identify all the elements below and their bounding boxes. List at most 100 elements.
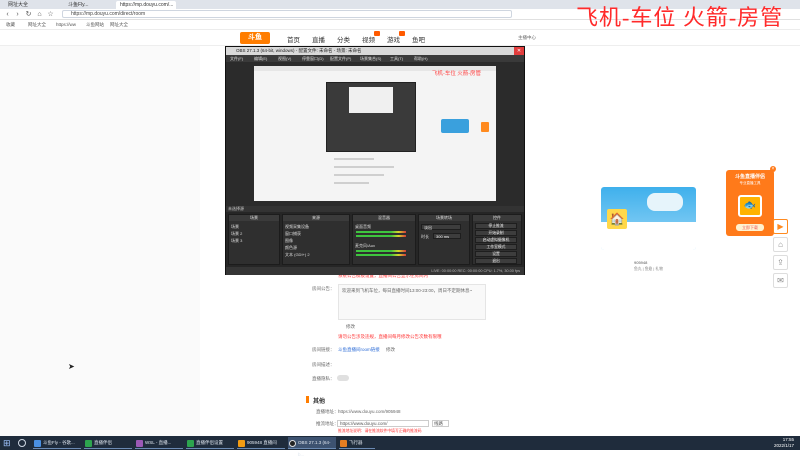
scene-item[interactable]: 场景 <box>231 224 239 230</box>
app-icon <box>340 440 347 447</box>
source-item[interactable]: 颜色源 <box>285 245 297 251</box>
transition-select[interactable]: 淡出 <box>421 224 461 230</box>
bookmark-item[interactable]: https://ww <box>56 22 76 27</box>
menu-view[interactable]: 视图(V) <box>278 55 291 62</box>
taskbar-label: 直播伴侣设置 <box>196 440 223 445</box>
start-record-button[interactable]: 开始录制 <box>475 230 517 236</box>
taskbar-item[interactable]: 直播伴侣 <box>84 437 132 449</box>
promo-subtitle: 专业直播工具 <box>739 181 761 185</box>
transitions-title: 场景转场 <box>419 215 469 221</box>
nav-live[interactable]: 直播 <box>312 34 325 44</box>
stream-url-input[interactable]: https://www.douyu.com/ <box>337 420 429 427</box>
tab-1[interactable]: 网址大全 <box>4 1 32 9</box>
audio-meter <box>356 250 406 252</box>
taskbar-item[interactable]: 905948 直播间 <box>237 437 285 449</box>
privacy-label: 直播隐私： <box>312 376 335 381</box>
duration-input[interactable]: 300 ms <box>433 233 461 239</box>
promo-widget[interactable]: 斗鱼直播伴侣 专业直播工具 🐟 立即下载 <box>726 170 774 236</box>
notice-textarea[interactable]: 欢迎来到飞机车位，每日直播时间13:00-23:00，周日不定期休息~ <box>338 284 486 320</box>
source-item[interactable]: 窗口捕获 <box>285 231 301 237</box>
taskbar-item[interactable]: 斗鱼Fly - 谷歌... <box>33 437 81 449</box>
home-icon[interactable]: ⌂ <box>773 237 788 252</box>
user-center-link[interactable]: 主播中心 <box>518 35 536 41</box>
link-edit-button[interactable]: 修改 <box>386 347 395 353</box>
play-icon[interactable]: ▶ <box>773 219 788 234</box>
app-icon <box>136 440 143 447</box>
bookmark-item[interactable]: 收藏 <box>6 22 15 28</box>
tab-active[interactable]: https://mp.douyu.com/... <box>116 1 176 9</box>
menu-edit[interactable]: 编辑(E) <box>254 55 267 62</box>
edit-label[interactable]: 修改 <box>346 324 355 330</box>
link-label: 房间链接： <box>312 347 335 352</box>
tab-2[interactable]: 斗鱼Fly... <box>64 1 92 9</box>
preview-promo-icon <box>481 122 489 132</box>
obs-window[interactable]: OBS 27.1.3 (64-bit, windows) - 配置文件: 未命名… <box>225 46 525 275</box>
star-icon[interactable]: ☆ <box>46 10 55 19</box>
source-item[interactable]: 文本 (GDI+) 2 <box>285 252 310 258</box>
bookmark-item[interactable]: 网址大全 <box>28 22 46 28</box>
mixer-dock: 混音器 桌面音频 麦克风/Aux <box>352 214 416 265</box>
app-icon <box>187 440 194 447</box>
obs-icon <box>289 440 296 447</box>
mouse-cursor-icon: ➤ <box>68 362 75 371</box>
back-icon[interactable]: ‹ <box>3 10 12 19</box>
exit-button[interactable]: 退出 <box>475 258 517 264</box>
menu-profile[interactable]: 配置文件(P) <box>330 55 351 62</box>
url-input[interactable]: https://mp.douyu.com/direct/room <box>62 10 512 18</box>
home-icon[interactable]: ⌂ <box>35 10 44 19</box>
message-icon[interactable]: ✉ <box>773 273 788 288</box>
system-clock[interactable]: 17:55 2022/1/17 <box>774 437 794 449</box>
virtual-camera-button[interactable]: 启动虚拟摄像机 <box>475 237 517 243</box>
menu-scene-collection[interactable]: 场景集合(S) <box>360 55 381 62</box>
bookmark-item[interactable]: 网址大全 <box>110 22 128 28</box>
nav-fishbar[interactable]: 鱼吧 <box>412 34 425 44</box>
douyu-logo[interactable]: 斗鱼 <box>240 32 270 44</box>
promo-download-button[interactable]: 立即下载 <box>736 224 764 231</box>
audio-meter <box>356 254 406 256</box>
forward-icon[interactable]: › <box>13 10 22 19</box>
scene-item[interactable]: 场景 3 <box>231 238 242 244</box>
bookmark-item[interactable]: 斗鱼网站 <box>86 22 104 28</box>
stop-stream-button[interactable]: 停止推流 <box>475 223 517 229</box>
nested-preview <box>326 82 416 152</box>
house-icon[interactable]: 🏠 <box>607 209 627 229</box>
scenes-dock: 场景 场景 场景 2 场景 3 <box>228 214 280 265</box>
taskbar-item-obs[interactable]: OBS 27.1.3 (64-b... <box>288 437 336 457</box>
menu-file[interactable]: 文件(F) <box>230 55 243 62</box>
taskbar-item[interactable]: WSL - 直播... <box>135 437 183 449</box>
taskbar-label: 直播伴侣 <box>94 440 112 445</box>
room-url[interactable]: https://www.douyu.com/905948 <box>338 409 401 414</box>
nav-category[interactable]: 分类 <box>337 34 350 44</box>
mixer-channel-label: 麦克风/Aux <box>355 243 376 248</box>
source-item[interactable]: 视频采集设备 <box>285 224 309 230</box>
desc-label: 房间描述： <box>312 362 335 367</box>
close-icon[interactable]: ✕ <box>514 47 524 55</box>
taskbar-item[interactable]: 直播伴侣设置 <box>186 437 234 449</box>
nav-game[interactable]: 游戏 <box>387 34 400 44</box>
settings-button[interactable]: 设置 <box>475 251 517 257</box>
refresh-icon[interactable]: ↻ <box>24 10 33 19</box>
sources-dock: 来源 视频采集设备 窗口捕获 图像 颜色源 文本 (GDI+) 2 <box>282 214 350 265</box>
search-icon[interactable] <box>18 439 26 447</box>
start-icon[interactable]: ⊞ <box>3 438 13 448</box>
source-item[interactable]: 图像 <box>285 238 293 244</box>
room-link[interactable]: 斗鱼直播间room链接 <box>338 347 380 353</box>
obs-preview[interactable]: 飞机-车位 火箭-房管 <box>254 66 496 201</box>
studio-mode-button[interactable]: 工作室模式 <box>475 244 517 250</box>
menu-tools[interactable]: 工具(T) <box>390 55 403 62</box>
taskbar-item[interactable]: 飞行器 <box>339 437 375 449</box>
privacy-toggle[interactable] <box>337 375 349 381</box>
edit-tip: 请勿公告涉及违规，直播间每月修改公告次数有限哦 <box>338 334 442 339</box>
preview-overlay-text: 飞机-车位 火箭-房管 <box>432 71 482 77</box>
nav-video[interactable]: 视频 <box>362 34 375 44</box>
menu-dock[interactable]: 停靠窗口(D) <box>302 55 324 62</box>
scene-item[interactable]: 场景 2 <box>231 231 242 237</box>
app-icon <box>238 440 245 447</box>
duration-label: 时长 <box>421 234 429 239</box>
nav-home[interactable]: 首页 <box>287 34 300 44</box>
menu-help[interactable]: 帮助(H) <box>414 55 428 62</box>
close-icon[interactable]: × <box>770 166 776 172</box>
preview-line <box>334 182 369 184</box>
line-select[interactable]: 线路 <box>432 420 449 427</box>
share-icon[interactable]: ⇪ <box>773 255 788 270</box>
